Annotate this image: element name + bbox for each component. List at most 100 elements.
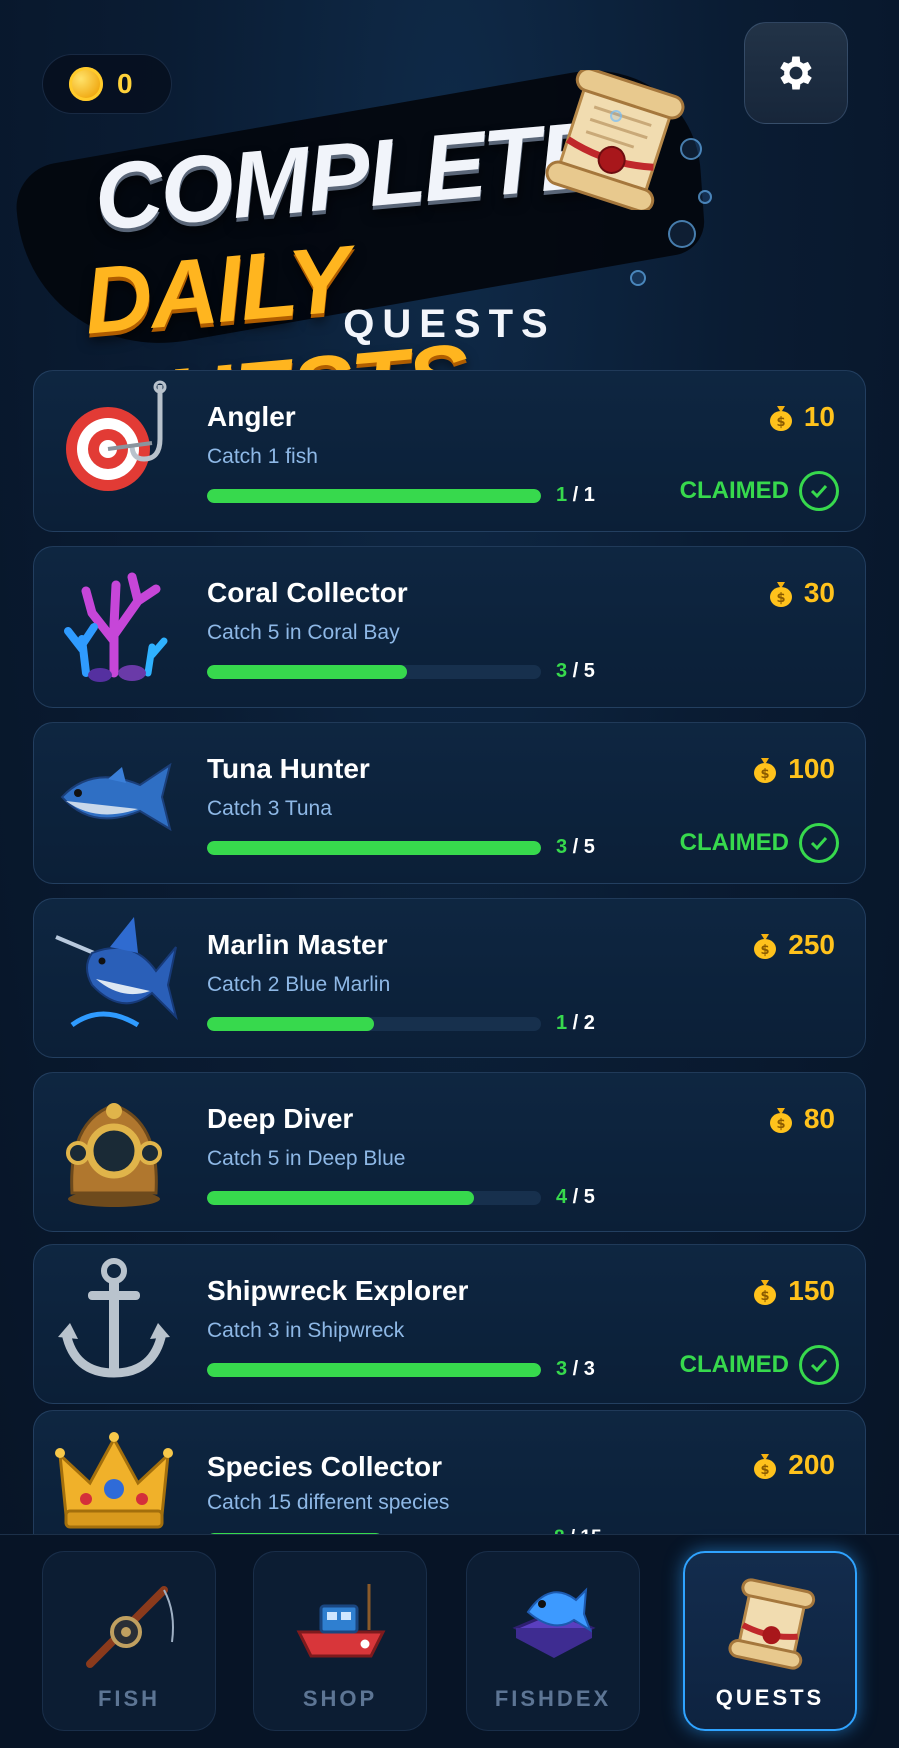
quest-progress-fill: [207, 1363, 541, 1377]
money-bag-icon: $: [769, 1108, 792, 1133]
tab-fishdex[interactable]: FISHDEX: [466, 1551, 640, 1731]
progress-total: 3: [583, 1358, 595, 1380]
anchor-icon: [58, 1258, 170, 1378]
tab-fish[interactable]: FISH: [42, 1551, 216, 1731]
quest-card-coral-collector[interactable]: Coral Collector Catch 5 in Coral Bay 3 /…: [33, 546, 866, 708]
money-bag-icon: $: [754, 1280, 777, 1305]
quest-description: Catch 5 in Deep Blue: [207, 1147, 406, 1170]
target-hook-icon: [66, 380, 167, 491]
quest-progress-fill: [207, 1017, 374, 1031]
money-bag-icon: $: [769, 582, 792, 607]
quest-progress-bar: [207, 1017, 541, 1031]
quest-description: Catch 1 fish: [207, 445, 318, 468]
bubble: [698, 190, 712, 204]
tab-label: SHOP: [302, 1686, 378, 1711]
settings-button[interactable]: [744, 22, 848, 124]
money-bag-icon: $: [754, 758, 777, 783]
progress-separator: /: [565, 1527, 581, 1534]
tab-quests[interactable]: QUESTS: [683, 1551, 857, 1731]
quest-reward-value: 150: [788, 1275, 835, 1306]
progress-current: 3: [556, 660, 568, 682]
claimed-label: CLAIMED: [679, 1351, 789, 1378]
progress-separator: /: [567, 1358, 584, 1380]
money-bag-icon: $: [754, 1454, 777, 1479]
quest-list[interactable]: Angler Catch 1 fish 1 / 1 $ 10 CLAIMED C…: [33, 370, 866, 1534]
quest-title: Angler: [207, 401, 296, 432]
scroll-icon: [545, 70, 685, 210]
quest-progress-bar: [207, 1191, 541, 1205]
quest-description: Catch 5 in Coral Bay: [207, 621, 400, 644]
quest-reward: $ 150: [750, 1275, 835, 1307]
crown-icon: [55, 1432, 173, 1529]
progress-total: 5: [583, 660, 595, 682]
progress-current: 4: [556, 1186, 568, 1208]
diving-helmet-icon: [66, 1103, 162, 1207]
progress-separator: /: [567, 1186, 584, 1208]
progress-total: 1: [583, 484, 595, 506]
quest-title: Deep Diver: [207, 1103, 354, 1134]
tab-shop[interactable]: SHOP: [253, 1551, 427, 1731]
progress-separator: /: [567, 836, 584, 858]
progress-total: 2: [583, 1012, 595, 1034]
tab-label: FISH: [97, 1686, 161, 1711]
quest-reward-value: 250: [788, 929, 835, 960]
svg-text:$: $: [776, 1117, 785, 1132]
money-bag-icon: $: [769, 406, 792, 431]
quest-title: Shipwreck Explorer: [207, 1275, 469, 1306]
fishing-rod-icon: [86, 1586, 174, 1668]
svg-text:$: $: [761, 767, 770, 782]
quest-progress-fill: [207, 489, 541, 503]
quest-card-shipwreck-explorer[interactable]: Shipwreck Explorer Catch 3 in Shipwreck …: [33, 1244, 866, 1404]
quest-card-marlin-master[interactable]: Marlin Master Catch 2 Blue Marlin 1 / 2 …: [33, 898, 866, 1058]
quest-reward-value: 10: [803, 401, 835, 432]
tab-label: QUESTS: [715, 1685, 825, 1710]
quest-title: Coral Collector: [207, 577, 408, 608]
marlin-icon: [55, 917, 178, 1028]
check-circle-icon: [799, 823, 839, 863]
claimed-label: CLAIMED: [679, 829, 789, 856]
section-title: QUESTS: [343, 302, 556, 346]
quest-progress-count: 3 / 5: [556, 836, 595, 859]
bubble: [680, 138, 702, 160]
progress-current: 1: [556, 484, 568, 506]
progress-total: 5: [583, 1186, 595, 1208]
quest-reward-value: 30: [803, 577, 835, 608]
quest-card-species-collector[interactable]: Species Collector Catch 15 different spe…: [33, 1410, 866, 1534]
quest-card-angler[interactable]: Angler Catch 1 fish 1 / 1 $ 10 CLAIMED: [33, 370, 866, 532]
quest-reward-value: 200: [788, 1449, 835, 1480]
check-circle-icon: [799, 1345, 839, 1385]
coral-icon: [64, 572, 168, 682]
quest-card-tuna-hunter[interactable]: Tuna Hunter Catch 3 Tuna 3 / 5 $ 100 CLA…: [33, 722, 866, 884]
bubble: [630, 270, 646, 286]
quest-progress-bar: [207, 1363, 541, 1377]
quest-progress-bar: [207, 665, 541, 679]
quest-progress-fill: [207, 1191, 475, 1205]
quest-description: Catch 15 different species: [207, 1491, 450, 1514]
bubble: [610, 110, 622, 122]
progress-separator: /: [567, 1012, 584, 1034]
tuna-icon: [60, 762, 172, 832]
scroll-icon: [728, 1578, 816, 1670]
claimed-status: CLAIMED: [680, 1345, 839, 1385]
svg-text:$: $: [761, 943, 770, 958]
claimed-label: CLAIMED: [679, 477, 789, 504]
svg-text:$: $: [761, 1463, 770, 1478]
boat-icon: [296, 1584, 386, 1658]
progress-total: 5: [583, 836, 595, 858]
quest-card-deep-diver[interactable]: Deep Diver Catch 5 in Deep Blue 4 / 5 $ …: [33, 1072, 866, 1232]
progress-separator: /: [567, 660, 584, 682]
quest-reward: $ 30: [766, 577, 835, 609]
quest-progress-count: 4 / 5: [556, 1186, 595, 1209]
quest-description: Catch 2 Blue Marlin: [207, 973, 391, 996]
progress-current: 3: [556, 1358, 568, 1380]
progress-current: 8: [554, 1527, 565, 1534]
quest-progress-bar: [207, 841, 541, 855]
progress-separator: /: [567, 484, 584, 506]
quest-progress-count: 3 / 5: [556, 660, 595, 683]
fish-book-icon: [512, 1587, 596, 1658]
quest-reward-value: 80: [803, 1103, 835, 1134]
quest-reward: $ 10: [766, 401, 835, 433]
bubble: [668, 220, 696, 248]
svg-text:$: $: [776, 415, 785, 430]
quest-reward-value: 100: [788, 753, 835, 784]
